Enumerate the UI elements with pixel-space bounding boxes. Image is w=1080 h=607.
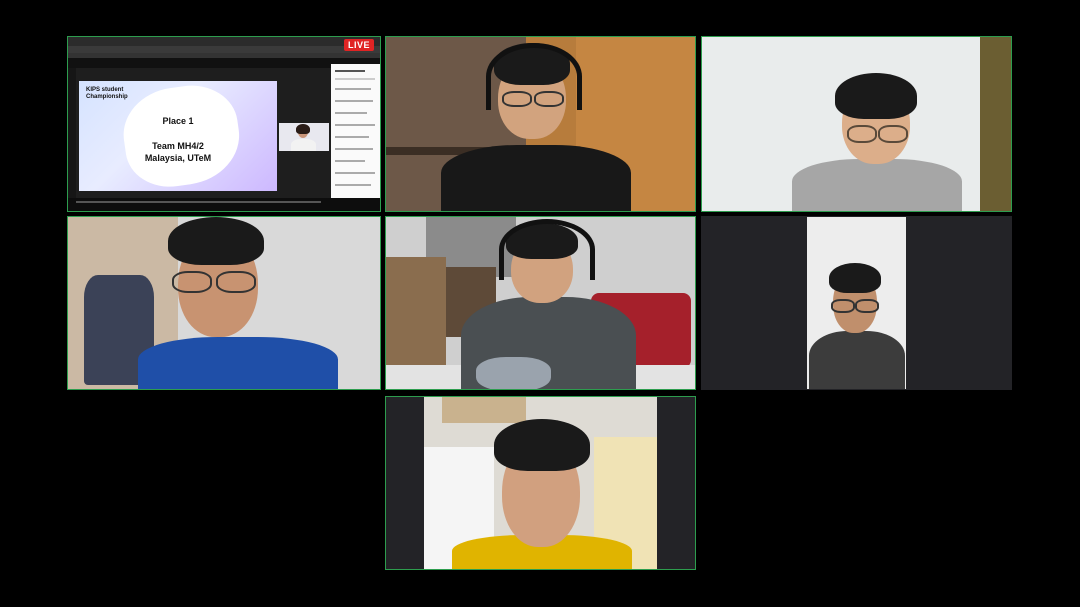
participant-tile-2[interactable] (701, 36, 1012, 212)
cloth-in-hands (476, 357, 551, 389)
panel-line (335, 172, 375, 174)
panel-line (335, 148, 373, 150)
panel-line (335, 124, 375, 126)
slide-blob-shape (117, 81, 246, 191)
slide-team-line1: Team MH4/2 (152, 141, 204, 151)
panel-line (335, 88, 371, 90)
panel-line (335, 184, 371, 186)
slide-title: KIPS student Championship (86, 87, 128, 100)
participant-hair (835, 73, 917, 119)
door-frame (980, 37, 1011, 211)
participant-hair (168, 217, 264, 265)
panel-line (335, 70, 365, 72)
participant-tile-1[interactable] (385, 36, 696, 212)
glasses-icon (172, 271, 212, 293)
glasses-icon (534, 91, 564, 107)
room-video (424, 397, 657, 569)
participant-body (138, 337, 338, 389)
panel-line (335, 136, 369, 138)
headset-icon (499, 219, 595, 280)
shelves (386, 257, 446, 367)
progress-bar[interactable] (76, 201, 321, 203)
player-control-bar[interactable] (68, 198, 380, 211)
presenter-thumbnail (279, 123, 329, 151)
participant-tile-4[interactable] (385, 216, 696, 390)
glasses-icon (502, 91, 532, 107)
participant-body (441, 145, 631, 211)
participant-tile-6[interactable] (385, 396, 696, 570)
left-toolbar (68, 68, 76, 208)
panel-line (335, 112, 367, 114)
browser-address-bar (68, 46, 380, 53)
chat-side-panel[interactable] (331, 64, 380, 208)
participant-tile-3[interactable] (67, 216, 381, 390)
browser-tab-bar (68, 37, 380, 46)
presenter-hair (296, 124, 310, 134)
panel-line (335, 160, 365, 162)
participant-hair (494, 419, 590, 471)
slide-team: Team MH4/2 Malaysia, UTeM (79, 140, 277, 164)
portrait-video (807, 217, 906, 389)
presentation-slide: KIPS student Championship Place 1 Team M… (79, 81, 277, 191)
participant-hair (829, 263, 881, 293)
glasses-icon (831, 299, 855, 313)
participant-body (792, 159, 962, 211)
slide-place: Place 1 (162, 116, 194, 126)
air-conditioner (442, 397, 526, 423)
glasses-icon (855, 299, 879, 313)
participant-tile-5[interactable] (701, 216, 1012, 390)
panel-line (335, 100, 373, 102)
slide-team-line2: Malaysia, UTeM (144, 153, 212, 163)
shared-screen-tile[interactable]: LIVE KIPS student Championship Place 1 T… (67, 36, 381, 212)
glasses-icon (878, 125, 908, 143)
presenter-body (291, 139, 316, 151)
glasses-icon (847, 125, 877, 143)
participant-body (809, 331, 905, 389)
live-badge: LIVE (343, 39, 374, 51)
glasses-icon (216, 271, 256, 293)
panel-line (335, 78, 375, 80)
